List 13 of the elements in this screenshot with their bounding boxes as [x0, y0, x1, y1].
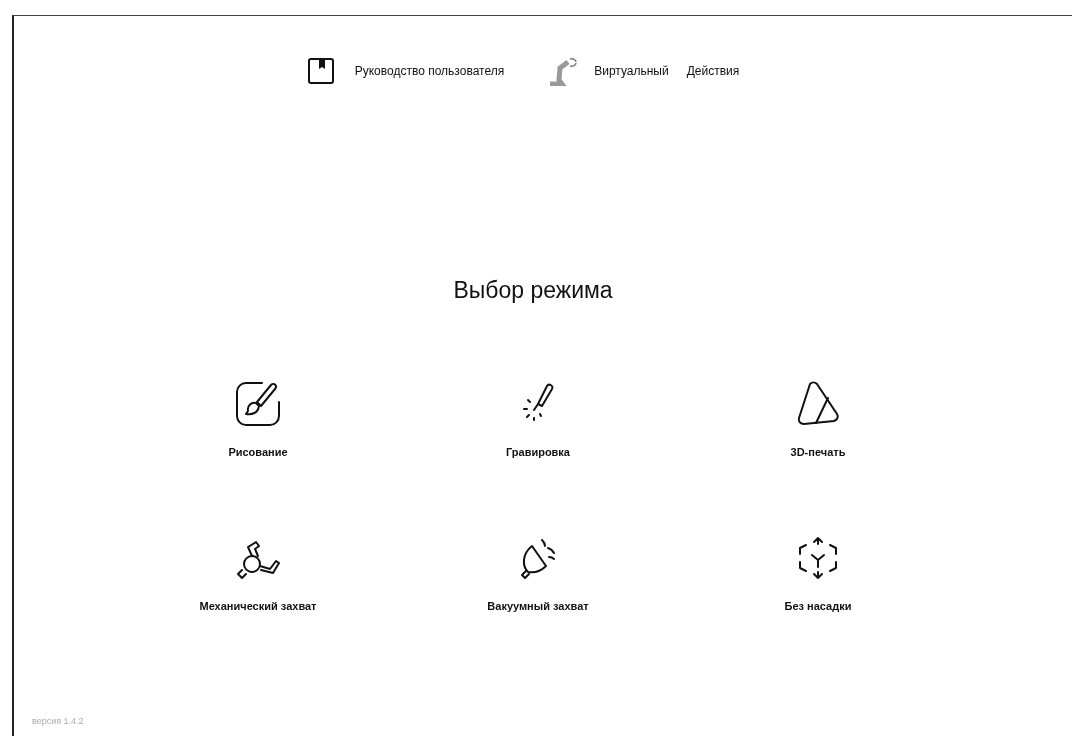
mode-option[interactable]: Гравировка	[506, 446, 570, 458]
mode-option[interactable]: 3D-печать	[790, 446, 846, 458]
mode-option[interactable]: Рисование	[228, 446, 288, 458]
mode-option[interactable]: Механический захват	[199, 600, 317, 612]
version-label: версия 1.4.2	[32, 716, 84, 726]
header-link[interactable]: Действия	[686, 64, 740, 78]
header-link[interactable]: Виртуальный	[594, 64, 669, 78]
paintbrush-icon[interactable]	[234, 380, 282, 428]
book-icon[interactable]	[306, 57, 335, 85]
mode-option[interactable]: Без насадки	[784, 600, 852, 612]
header-link[interactable]: Руководство пользователя	[354, 64, 505, 78]
page-title: Выбор режима	[452, 277, 614, 304]
mode-option[interactable]: Вакуумный захват	[487, 600, 589, 612]
